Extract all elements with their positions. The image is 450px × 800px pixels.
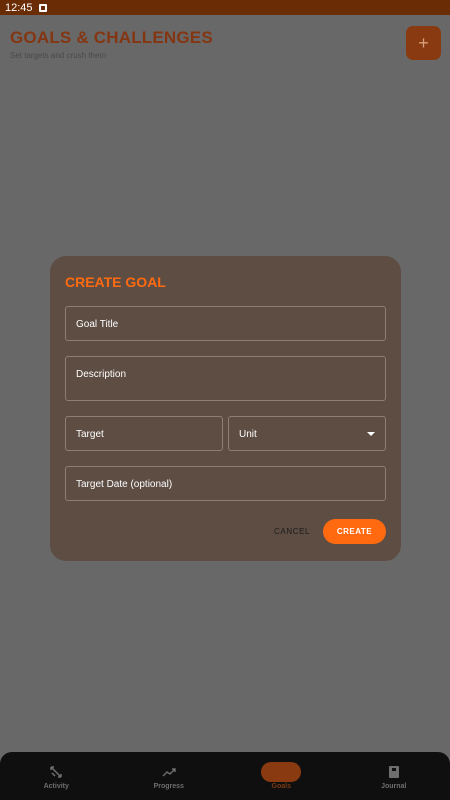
create-button[interactable]: CREATE (323, 519, 386, 544)
bottom-nav: Activity Progress Goals Journal (0, 752, 450, 800)
goal-title-field[interactable]: Goal Title (65, 306, 386, 341)
target-field[interactable]: Target (65, 416, 223, 451)
goal-title-label: Goal Title (76, 319, 119, 330)
header: GOALS & CHALLENGES Set targets and crush… (0, 15, 450, 75)
status-time: 12:45 (5, 1, 33, 14)
description-label: Description (76, 369, 127, 380)
page-subtitle: Set targets and crush them (10, 51, 107, 60)
cancel-button[interactable]: CANCEL (270, 525, 314, 538)
add-goal-button[interactable]: + (406, 26, 441, 60)
nav-item-journal[interactable]: Journal (338, 752, 450, 800)
target-date-label: Target Date (optional) (76, 479, 173, 490)
notification-icon (38, 3, 47, 12)
dropdown-arrow-icon (367, 432, 375, 436)
unit-dropdown[interactable]: Unit (228, 416, 386, 451)
goals-icon (261, 762, 302, 782)
journal-icon (374, 762, 414, 782)
activity-icon (36, 762, 76, 782)
status-bar: 12:45 (0, 0, 450, 15)
target-label: Target (76, 429, 104, 440)
nav-item-activity[interactable]: Activity (0, 752, 113, 800)
nav-label-progress: Progress (153, 783, 184, 790)
create-goal-dialog: CREATE GOAL Goal Title Description Targe… (50, 256, 401, 561)
trending-up-icon (149, 762, 189, 782)
target-date-field[interactable]: Target Date (optional) (65, 466, 386, 501)
nav-item-progress[interactable]: Progress (113, 752, 226, 800)
dialog-title: CREATE GOAL (65, 274, 166, 290)
nav-label-journal: Journal (381, 783, 407, 790)
nav-label-goals: Goals (271, 783, 291, 790)
page-title: GOALS & CHALLENGES (10, 28, 213, 47)
nav-label-activity: Activity (43, 783, 69, 790)
unit-label: Unit (239, 429, 257, 440)
description-field[interactable]: Description (65, 356, 386, 401)
plus-icon: + (418, 32, 429, 53)
nav-item-goals[interactable]: Goals (225, 752, 338, 800)
